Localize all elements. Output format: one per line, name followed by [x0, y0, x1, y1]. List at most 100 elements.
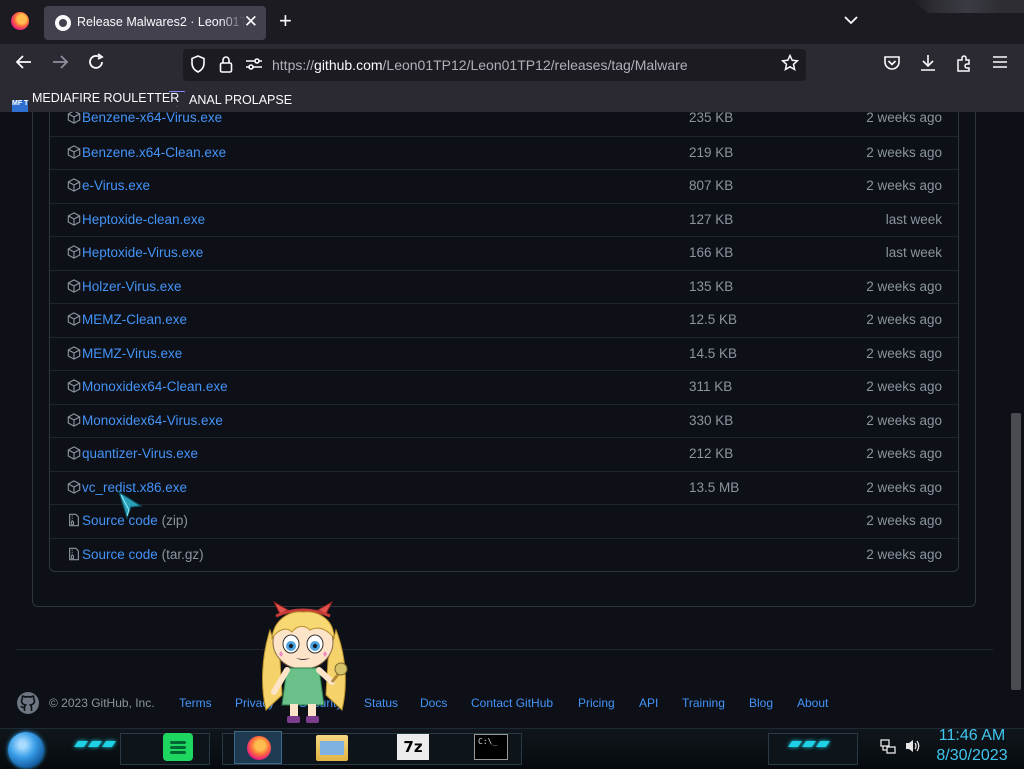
taskbar-spotify[interactable] [163, 733, 193, 761]
asset-size: 13.5 MB [689, 479, 740, 495]
footer-link-status[interactable]: Status [364, 696, 398, 710]
bookmark-label: MEDIAFIRE ROULETTER [32, 91, 180, 105]
asset-size: 807 KB [689, 178, 734, 193]
tab-close-button[interactable]: ✕ [244, 12, 258, 32]
url-path: /Leon01TP12/Leon01TP12/releases/tag/Malw… [382, 57, 688, 73]
github-logo-icon[interactable] [16, 691, 40, 715]
taskbar-command-prompt[interactable]: C:\_ [474, 734, 508, 760]
volume-icon[interactable] [904, 738, 922, 757]
asset-link[interactable]: Monoxidex64-Clean.exe [82, 379, 228, 394]
asset-link[interactable]: Heptoxide-clean.exe [82, 212, 205, 227]
taskbar-tray-frame [768, 733, 858, 765]
bookmark-label: ANAL PROLAPSE [189, 93, 293, 107]
asset-date: 2 weeks ago [866, 379, 942, 394]
permissions-icon[interactable] [245, 55, 263, 79]
pocket-icon[interactable] [881, 54, 903, 77]
asset-row: quantizer-Virus.exe 212 KB 2 weeks ago [50, 437, 958, 471]
taskbar-decoration [87, 741, 103, 747]
package-icon [67, 178, 81, 192]
asset-link[interactable]: e-Virus.exe [82, 178, 150, 193]
tab-title: Release Malwares2 · Leon01TP12/Leon01TP1… [77, 15, 245, 29]
start-button[interactable] [8, 732, 44, 768]
asset-date: 2 weeks ago [866, 479, 942, 495]
asset-link[interactable]: Monoxidex64-Virus.exe [82, 413, 223, 428]
asset-size: 127 KB [689, 211, 734, 227]
asset-size: 330 KB [689, 412, 734, 428]
footer-copyright: © 2023 GitHub, Inc. [49, 696, 155, 710]
taskbar-decoration [73, 741, 89, 747]
asset-link[interactable]: MEMZ-Clean.exe [82, 312, 187, 327]
taskbar-file-explorer[interactable] [316, 735, 348, 761]
asset-link[interactable]: Source code (tar.gz) [82, 547, 204, 562]
asset-name: Heptoxide-clean.exe [82, 211, 206, 227]
asset-date: 2 weeks ago [866, 312, 942, 327]
taskbar-7zip[interactable]: 7z [397, 734, 429, 760]
asset-link[interactable]: Benzene.x64-Clean.exe [82, 145, 226, 160]
package-icon [67, 379, 81, 393]
footer-link-terms[interactable]: Terms [179, 696, 212, 710]
clock-date[interactable]: 8/30/2023 [924, 747, 1020, 765]
asset-link[interactable]: Holzer-Virus.exe [82, 279, 182, 294]
reload-icon [89, 53, 104, 69]
asset-row: Monoxidex64-Clean.exe 311 KB 2 weeks ago [50, 370, 958, 404]
firefox-icon[interactable] [11, 12, 29, 30]
package-icon [67, 479, 81, 494]
asset-name: Holzer-Virus.exe [82, 278, 182, 294]
bookmark-anal-prolapse[interactable]: ANAL PROLAPSE [169, 91, 292, 107]
footer-link-docs[interactable]: Docs [420, 696, 447, 710]
asset-row: Heptoxide-clean.exe 127 KB last week [50, 202, 958, 237]
shield-icon[interactable] [190, 55, 206, 79]
asset-date: 2 weeks ago [866, 278, 942, 294]
bookmark-star-icon[interactable] [780, 53, 800, 78]
footer-link-about[interactable]: About [797, 696, 828, 710]
github-release-page: Benzene-x64-Virus.exe 235 KB 2 weeks ago Be… [0, 112, 1009, 728]
asset-name: Benzene.x64-Clean.exe [82, 144, 227, 160]
list-all-tabs-button[interactable] [844, 12, 858, 28]
asset-link[interactable]: Heptoxide-Virus.exe [82, 245, 203, 260]
asset-date: 2 weeks ago [866, 144, 942, 160]
bookmarks-toolbar: MF T MEDIAFIRE ROULETTER ANAL PROLAPSE [0, 86, 1024, 116]
asset-row: vc_redist.x86.exe 13.5 MB 2 weeks ago [50, 470, 958, 505]
tab-bar: Release Malwares2 · Leon01TP12/Leon01TP1… [0, 0, 1024, 44]
asset-link[interactable]: Benzene-x64-Virus.exe [82, 112, 222, 125]
package-icon [67, 211, 81, 226]
taskbar-firefox[interactable] [234, 731, 282, 764]
new-tab-button[interactable]: + [279, 9, 292, 33]
forward-button[interactable] [48, 53, 72, 77]
network-icon[interactable] [880, 738, 896, 757]
package-icon [67, 446, 81, 460]
footer-link-blog[interactable]: Blog [749, 696, 773, 710]
tab-active[interactable]: Release Malwares2 · Leon01TP12/Leon01TP1… [44, 6, 266, 40]
asset-name: Benzene-x64-Virus.exe [82, 112, 223, 125]
triangle-icon [169, 91, 185, 107]
menu-hamburger-icon[interactable] [989, 54, 1011, 75]
footer-link-training[interactable]: Training [682, 696, 725, 710]
package-icon [67, 144, 81, 159]
asset-link[interactable]: MEMZ-Virus.exe [82, 346, 182, 361]
scrollbar-thumb[interactable] [1011, 413, 1021, 690]
asset-size: 14.5 KB [689, 345, 738, 361]
back-button[interactable] [12, 53, 36, 77]
footer-link-api[interactable]: API [639, 696, 658, 710]
asset-row: Benzene.x64-Clean.exe 219 KB 2 weeks ago [50, 135, 958, 170]
asset-size: 166 KB [689, 245, 734, 260]
asset-name: Monoxidex64-Clean.exe [82, 379, 228, 394]
asset-date: 2 weeks ago [866, 546, 942, 562]
package-icon [67, 245, 81, 259]
page-scrollbar[interactable] [1009, 112, 1024, 728]
url-text[interactable]: https://github.com/Leon01TP12/Leon01TP12… [272, 57, 688, 73]
footer-link-pricing[interactable]: Pricing [578, 696, 615, 710]
reload-button[interactable] [84, 53, 108, 77]
extensions-icon[interactable] [953, 54, 975, 77]
asset-link[interactable]: quantizer-Virus.exe [82, 446, 198, 461]
address-bar[interactable]: https://github.com/Leon01TP12/Leon01TP12… [183, 49, 806, 81]
downloads-icon[interactable] [917, 54, 939, 77]
package-icon [67, 278, 81, 293]
asset-date: last week [885, 211, 942, 227]
clock-time[interactable]: 11:46 AM [924, 727, 1020, 745]
lock-icon[interactable] [219, 55, 233, 79]
footer-link-contact-github[interactable]: Contact GitHub [471, 696, 553, 710]
asset-date: 2 weeks ago [866, 446, 942, 461]
assets-list: Benzene-x64-Virus.exe 235 KB 2 weeks ago Be… [49, 112, 959, 572]
asset-name: e-Virus.exe [82, 178, 151, 193]
